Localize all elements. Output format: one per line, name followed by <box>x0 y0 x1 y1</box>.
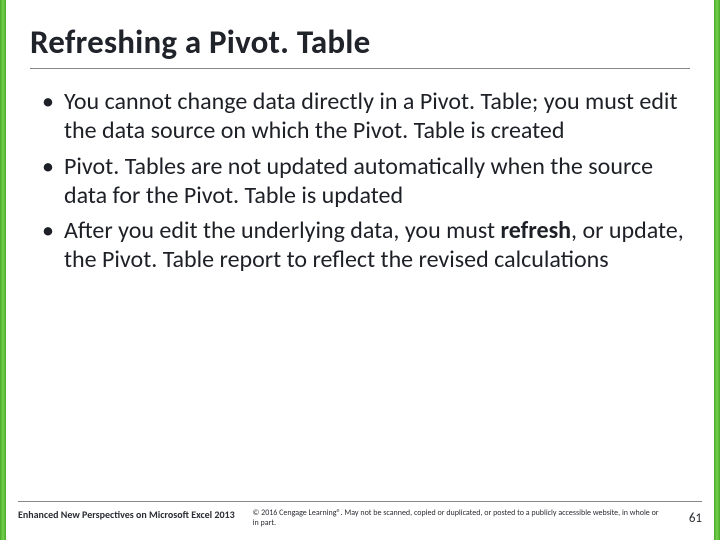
bullet-item: You cannot change data directly in a Piv… <box>34 87 686 146</box>
bullet-list: You cannot change data directly in a Piv… <box>34 87 686 275</box>
slide-footer: Enhanced New Perspectives on Microsoft E… <box>18 501 702 528</box>
bullet-text: You cannot change data directly in a Piv… <box>64 87 677 145</box>
footer-page-number: 61 <box>679 511 702 526</box>
bullet-strong: refresh <box>500 216 571 245</box>
slide-title: Refreshing a Pivot. Table <box>30 22 690 69</box>
bullet-text: Pivot. Tables are not updated automatica… <box>64 152 653 210</box>
bullet-text: After you edit the underlying data, you … <box>64 216 500 245</box>
bullet-item: Pivot. Tables are not updated automatica… <box>34 152 686 211</box>
slide-container: Refreshing a Pivot. Table You cannot cha… <box>6 0 714 540</box>
slide-right-border <box>714 0 720 540</box>
bullet-item: After you edit the underlying data, you … <box>34 216 686 275</box>
slide-body: You cannot change data directly in a Piv… <box>30 69 690 540</box>
footer-book-title: Enhanced New Perspectives on Microsoft E… <box>18 508 235 521</box>
footer-copyright: © 2016 Cengage Learning®. May not be sca… <box>253 508 661 528</box>
